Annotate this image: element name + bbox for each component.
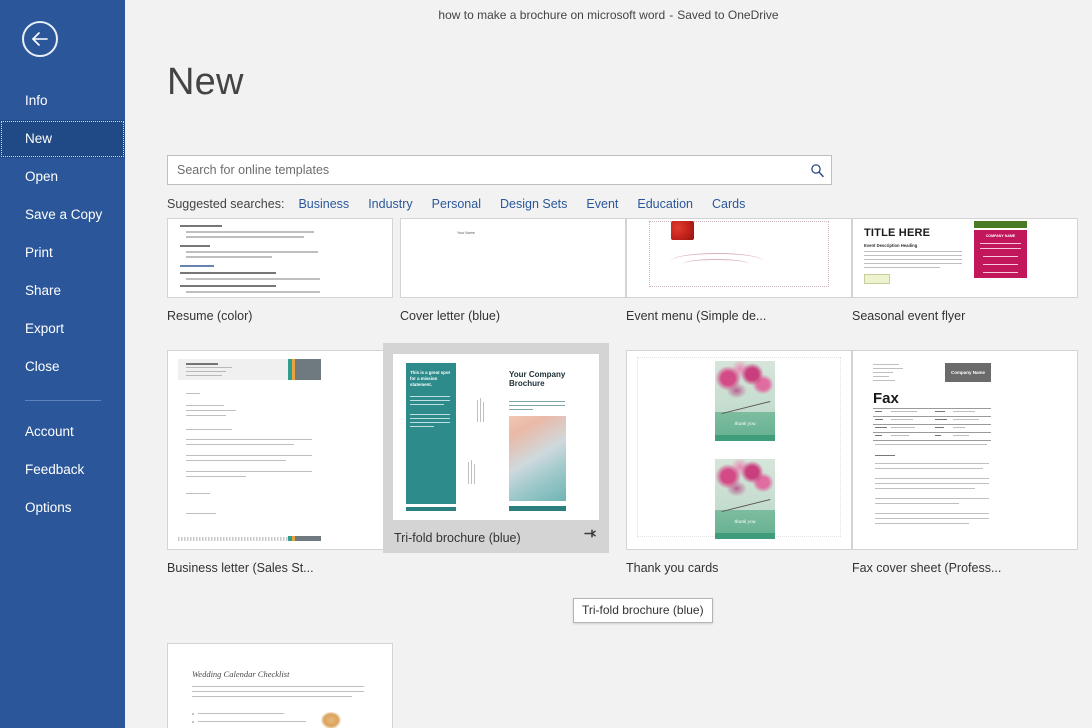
template-label-cover-letter-blue: Cover letter (blue) — [400, 309, 626, 323]
template-label-thank-you-cards: Thank you cards — [626, 561, 852, 575]
search-box[interactable] — [167, 155, 832, 185]
sidebar-nav: Info New Open Save a Copy Print Share Ex… — [0, 82, 125, 527]
template-card-business-letter[interactable]: Business letter (Sales St... — [167, 350, 393, 575]
sidebar-item-close[interactable]: Close — [0, 348, 125, 386]
document-title: how to make a brochure on microsoft word — [438, 8, 665, 22]
template-thumbnail-wedding-calendar: Wedding Calendar Checklist — [167, 643, 393, 728]
template-label-business-letter: Business letter (Sales St... — [167, 561, 393, 575]
sidebar-item-options[interactable]: Options — [0, 489, 125, 527]
save-status: Saved to OneDrive — [677, 8, 778, 22]
fax-company-logo: Company Name — [945, 363, 991, 382]
sidebar-item-share[interactable]: Share — [0, 272, 125, 310]
main-pane: New Suggested searches: Business Industr… — [125, 30, 1092, 728]
suggested-link-personal[interactable]: Personal — [432, 197, 481, 211]
flyer-subtitle: Event Description Heading — [864, 243, 917, 248]
backstage-sidebar: Info New Open Save a Copy Print Share Ex… — [0, 0, 125, 728]
sidebar-divider — [25, 400, 101, 401]
suggested-searches: Suggested searches: Business Industry Pe… — [167, 197, 764, 211]
template-card-event-menu[interactable]: Event menu (Simple de... — [626, 218, 852, 323]
thank-you-text-top: thank you — [715, 421, 775, 427]
thank-you-card-bottom: thank you — [715, 459, 775, 539]
template-card-cover-letter-blue[interactable]: Your Name Cover letter (blue) — [400, 218, 626, 323]
suggested-link-education[interactable]: Education — [637, 197, 693, 211]
page-title: New — [167, 61, 244, 104]
sidebar-item-info[interactable]: Info — [0, 82, 125, 120]
template-thumbnail-cover-letter-blue: Your Name — [400, 218, 626, 298]
thank-you-text-bottom: thank you — [715, 519, 775, 525]
flyer-company-name: COMPANY NAME — [979, 234, 1022, 238]
brochure-photo — [509, 416, 566, 501]
template-label-seasonal-flyer: Seasonal event flyer — [852, 309, 1078, 323]
template-thumbnail-seasonal-flyer: TITLE HERE Event Description Heading COM… — [852, 218, 1078, 298]
template-card-fax-cover-sheet[interactable]: Company Name Fax — [852, 350, 1078, 575]
template-thumbnail-event-menu — [626, 218, 852, 298]
suggested-searches-label: Suggested searches: — [167, 197, 284, 211]
back-button[interactable] — [22, 21, 58, 57]
template-label-event-menu: Event menu (Simple de... — [626, 309, 852, 323]
suggested-link-business[interactable]: Business — [298, 197, 349, 211]
brochure-right-title: Your Company Brochure — [509, 370, 569, 389]
template-thumbnail-fax-cover-sheet: Company Name Fax — [852, 350, 1078, 550]
cover-letter-name: Your Name — [457, 231, 475, 235]
magnifier-glyph — [810, 163, 825, 178]
thank-you-card-top: thank you — [715, 361, 775, 441]
fax-title: Fax — [873, 390, 899, 407]
flyer-title: TITLE HERE — [864, 227, 930, 239]
sidebar-item-new[interactable]: New — [0, 120, 125, 158]
template-card-tri-fold-brochure[interactable]: This is a great spot for a mission state… — [383, 343, 609, 553]
search-input[interactable] — [168, 156, 803, 184]
tooltip-text: Tri-fold brochure (blue) — [582, 603, 704, 617]
suggested-link-industry[interactable]: Industry — [368, 197, 412, 211]
sidebar-item-export[interactable]: Export — [0, 310, 125, 348]
template-label-fax-cover-sheet: Fax cover sheet (Profess... — [852, 561, 1078, 575]
sidebar-item-print[interactable]: Print — [0, 234, 125, 272]
template-card-seasonal-flyer[interactable]: TITLE HERE Event Description Heading COM… — [852, 218, 1078, 323]
template-label-resume-color: Resume (color) — [167, 309, 393, 323]
pin-icon[interactable] — [583, 527, 600, 540]
word-backstage-new-screen: Info New Open Save a Copy Print Share Ex… — [0, 0, 1092, 728]
template-card-resume-color[interactable]: Resume (color) — [167, 218, 393, 323]
suggested-link-design-sets[interactable]: Design Sets — [500, 197, 567, 211]
title-bar: how to make a brochure on microsoft word… — [125, 0, 1092, 30]
back-arrow-icon — [30, 31, 50, 47]
title-separator: - — [665, 8, 677, 22]
search-icon[interactable] — [803, 163, 831, 178]
pin-glyph — [583, 527, 596, 540]
template-tooltip: Tri-fold brochure (blue) — [573, 598, 713, 623]
sidebar-item-feedback[interactable]: Feedback — [0, 451, 125, 489]
suggested-link-cards[interactable]: Cards — [712, 197, 745, 211]
template-thumbnail-resume-color — [167, 218, 393, 298]
template-thumbnail-thank-you-cards: thank you thank you — [626, 350, 852, 550]
template-label-tri-fold-brochure: Tri-fold brochure (blue) — [392, 531, 521, 545]
sidebar-item-account[interactable]: Account — [0, 413, 125, 451]
search-area — [167, 155, 832, 185]
fax-logo-text: Company Name — [945, 363, 991, 382]
template-card-thank-you-cards[interactable]: thank you thank you Thank you cards — [626, 350, 852, 575]
suggested-link-event[interactable]: Event — [586, 197, 618, 211]
sidebar-item-save-a-copy[interactable]: Save a Copy — [0, 196, 125, 234]
wedding-title: Wedding Calendar Checklist — [192, 669, 289, 679]
sidebar-item-open[interactable]: Open — [0, 158, 125, 196]
template-grid: Resume (color) Your Name Cover letter (b… — [167, 218, 1092, 728]
cherry-image — [671, 221, 694, 240]
template-card-wedding-calendar[interactable]: Wedding Calendar Checklist — [167, 643, 393, 728]
template-thumbnail-tri-fold-brochure: This is a great spot for a mission state… — [392, 353, 600, 521]
brochure-left-heading: This is a great spot for a mission state… — [410, 370, 452, 388]
template-thumbnail-business-letter — [167, 350, 393, 550]
